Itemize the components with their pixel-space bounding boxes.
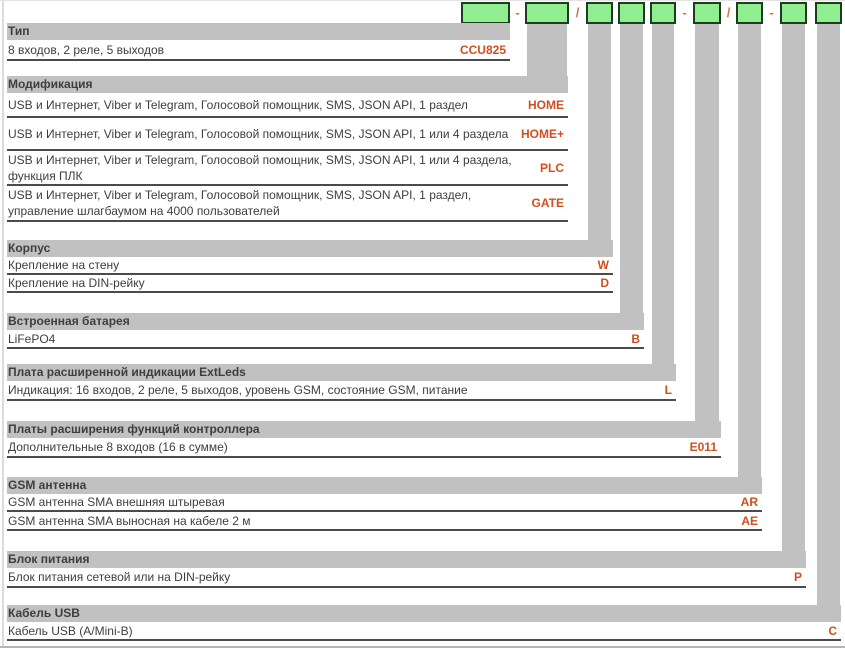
section-title: Корпус <box>7 240 613 257</box>
connector-bar-expansion-board <box>695 24 719 438</box>
option-row: GSM антенна SMA выносная на кабеле 2 м A… <box>7 512 762 531</box>
option-row: USB и Интернет, Viber и Telegram, Голосо… <box>7 186 568 222</box>
option-row: Блок питания сетевой или на DIN-рейку P <box>7 568 806 588</box>
option-label: LiFePO4 <box>7 331 631 347</box>
option-code: HOME <box>528 98 568 112</box>
option-row: Дополнительные 8 входов (16 в сумме) E01… <box>7 438 721 458</box>
section-title: Плата расширенной индикации ExtLeds <box>7 364 676 381</box>
option-label: Дополнительные 8 входов (16 в сумме) <box>7 439 690 455</box>
section-title: Блок питания <box>7 551 806 568</box>
option-code: CCU825 <box>460 43 510 57</box>
connector-bar-extleds <box>652 24 674 381</box>
option-label: GSM антенна SMA внешняя штыревая <box>7 494 741 510</box>
option-label: USB и Интернет, Viber и Telegram, Голосо… <box>7 126 521 142</box>
connector-bar-case <box>588 24 611 257</box>
order-code-chart: - / - / - Тип 8 входов, 2 реле, 5 выходо… <box>0 0 845 651</box>
option-row: Кабель USB (A/Mini-B) C <box>7 622 841 641</box>
section-case: Корпус Крепление на стену W Крепление на… <box>7 240 613 293</box>
option-label: USB и Интернет, Viber и Telegram, Голосо… <box>7 97 528 113</box>
code-separator: - <box>763 5 780 20</box>
option-label: GSM антенна SMA выносная на кабеле 2 м <box>7 513 741 529</box>
top-border-line <box>0 0 845 1</box>
option-label: USB и Интернет, Viber и Telegram, Голосо… <box>7 152 540 184</box>
code-box-gsm-antenna <box>736 2 763 24</box>
section-modification: Модификация USB и Интернет, Viber и Tele… <box>7 76 568 222</box>
code-separator: - <box>676 5 693 20</box>
option-label: Индикация: 16 входов, 2 реле, 5 выходов,… <box>7 382 665 398</box>
option-label: Крепление на стену <box>7 257 598 273</box>
option-row: 8 входов, 2 реле, 5 выходов CCU825 <box>7 40 510 61</box>
option-code: AE <box>741 514 762 528</box>
connector-bar-gsm-antenna <box>738 24 761 494</box>
option-code: GATE <box>532 196 568 210</box>
section-title: Модификация <box>7 76 568 93</box>
option-code: PLC <box>540 161 568 175</box>
option-row: LiFePO4 B <box>7 330 644 349</box>
code-box-expansion-board <box>693 2 721 24</box>
section-title: GSM антенна <box>7 477 762 494</box>
code-box-type <box>461 2 510 24</box>
connector-bar-usb-cable <box>817 24 840 622</box>
section-title: Платы расширения функций контроллера <box>7 421 721 438</box>
option-code: D <box>600 276 613 290</box>
code-separator: / <box>569 5 586 20</box>
option-row: USB и Интернет, Viber и Telegram, Голосо… <box>7 93 568 118</box>
code-box-case <box>586 2 613 24</box>
option-label: Блок питания сетевой или на DIN-рейку <box>7 569 794 585</box>
option-code: HOME+ <box>521 127 568 141</box>
left-border-line <box>2 0 4 648</box>
option-label: Кабель USB (A/Mini-B) <box>7 623 828 639</box>
section-gsm-antenna: GSM антенна GSM антенна SMA внешняя штыр… <box>7 477 762 531</box>
option-row: Крепление на DIN-рейку D <box>7 275 613 293</box>
code-box-modification <box>525 2 569 24</box>
code-box-usb-cable <box>815 2 842 24</box>
option-label: Крепление на DIN-рейку <box>7 275 600 291</box>
option-code: AR <box>741 495 762 509</box>
section-title: Встроенная батарея <box>7 313 644 330</box>
section-title: Кабель USB <box>7 605 841 622</box>
code-box-extleds <box>650 2 676 24</box>
option-code: C <box>828 624 841 638</box>
section-expansion-board: Платы расширения функций контроллера Доп… <box>7 421 721 458</box>
bottom-border-line <box>0 646 845 648</box>
section-extleds: Плата расширенной индикации ExtLeds Инди… <box>7 364 676 401</box>
code-box-power-supply <box>780 2 807 24</box>
option-code: L <box>665 383 676 397</box>
option-code: B <box>631 332 644 346</box>
section-usb-cable: Кабель USB Кабель USB (A/Mini-B) C <box>7 605 841 641</box>
option-row: Крепление на стену W <box>7 257 613 275</box>
option-row: USB и Интернет, Viber и Telegram, Голосо… <box>7 151 568 186</box>
option-row: GSM антенна SMA внешняя штыревая AR <box>7 494 762 512</box>
section-battery: Встроенная батарея LiFePO4 B <box>7 313 644 349</box>
section-power-supply: Блок питания Блок питания сетевой или на… <box>7 551 806 588</box>
connector-bar-battery <box>620 24 643 330</box>
option-label: USB и Интернет, Viber и Telegram, Голосо… <box>7 187 532 219</box>
section-type: Тип 8 входов, 2 реле, 5 выходов CCU825 <box>7 23 510 61</box>
option-code: P <box>794 570 806 584</box>
code-separator: / <box>721 5 736 20</box>
code-box-battery <box>618 2 645 24</box>
section-title: Тип <box>7 23 510 40</box>
option-code: E011 <box>690 440 721 454</box>
option-row: USB и Интернет, Viber и Telegram, Голосо… <box>7 118 568 151</box>
option-label: 8 входов, 2 реле, 5 выходов <box>7 42 460 58</box>
code-separator: - <box>510 5 525 20</box>
connector-bar-power-supply <box>782 24 805 568</box>
option-row: Индикация: 16 входов, 2 реле, 5 выходов,… <box>7 381 676 401</box>
option-code: W <box>598 258 613 272</box>
